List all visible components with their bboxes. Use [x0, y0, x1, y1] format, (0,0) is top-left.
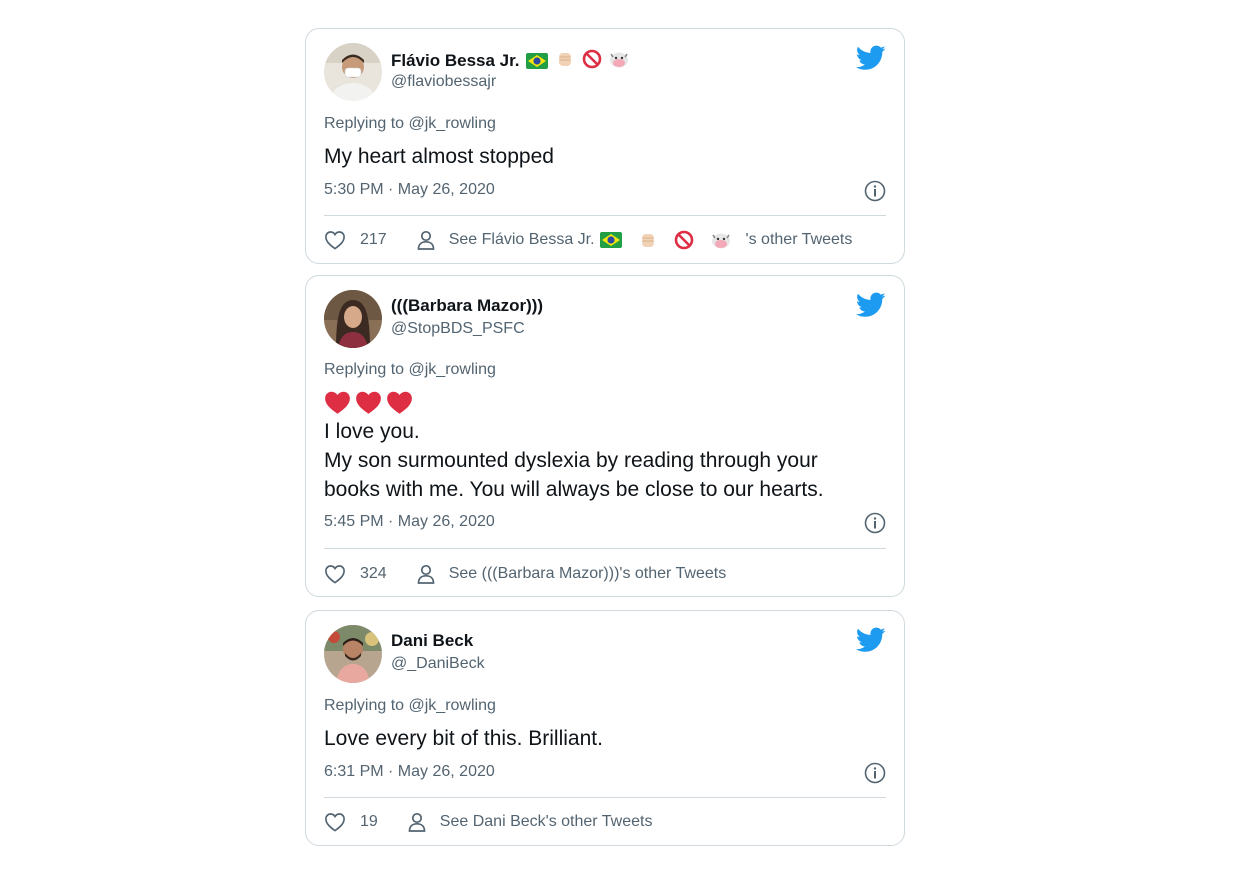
red-heart-icon [325, 391, 350, 414]
replying-to[interactable]: Replying to @jk_rowling [324, 697, 496, 715]
like-button[interactable]: 19 [324, 812, 378, 832]
display-name[interactable]: Dani Beck [391, 631, 473, 651]
divider [324, 548, 886, 549]
like-count: 19 [360, 813, 378, 830]
person-icon [417, 564, 435, 584]
brazil-flag-icon [526, 53, 549, 69]
red-heart-icon [387, 391, 412, 414]
replying-to[interactable]: Replying to @jk_rowling [324, 361, 496, 379]
display-name[interactable]: (((Barbara Mazor))) [391, 296, 543, 316]
like-count: 324 [360, 565, 387, 582]
tweet-card[interactable]: Flávio Bessa Jr. @flaviobessajr Replying… [305, 28, 905, 264]
tweet-text-line: My son surmounted dyslexia by reading th… [324, 449, 818, 472]
like-button[interactable]: 324 [324, 564, 387, 584]
like-count: 217 [360, 231, 387, 248]
replying-to[interactable]: Replying to @jk_rowling [324, 115, 496, 133]
timestamp[interactable]: 6:31 PM · May 26, 2020 [324, 763, 495, 781]
info-icon[interactable] [864, 762, 886, 784]
display-name[interactable]: Flávio Bessa Jr. [391, 49, 630, 71]
person-icon [417, 230, 435, 250]
timestamp[interactable]: 5:45 PM · May 26, 2020 [324, 513, 495, 531]
like-button[interactable]: 217 [324, 230, 387, 250]
brazil-flag-icon [599, 232, 622, 248]
info-icon[interactable] [864, 180, 886, 202]
cow-face-icon [711, 233, 730, 249]
handle[interactable]: @StopBDS_PSFC [391, 320, 525, 338]
tweet-text: My heart almost stopped [324, 142, 554, 171]
twitter-bird-icon[interactable] [856, 292, 886, 318]
info-icon[interactable] [864, 512, 886, 534]
heart-emoji-row [324, 387, 824, 417]
heart-outline-icon [325, 813, 345, 832]
see-other-tweets-link[interactable]: See Flávio Bessa Jr. 's other Tweets [417, 230, 853, 250]
see-other-tweets-label: See Dani Beck's other Tweets [439, 813, 653, 830]
handle[interactable]: @_DaniBeck [391, 655, 485, 673]
twitter-bird-icon[interactable] [856, 45, 886, 71]
cow-face-icon [610, 52, 629, 68]
heart-outline-icon [325, 565, 345, 584]
display-name-text: Flávio Bessa Jr. [391, 51, 520, 70]
tweet-text-line: Love every bit of this. Brilliant. [324, 727, 603, 750]
see-other-tweets-link[interactable]: See Dani Beck's other Tweets [408, 812, 653, 832]
tweet-text-line: I love you. [324, 420, 420, 443]
heart-outline-icon [325, 231, 345, 250]
avatar[interactable] [324, 625, 382, 683]
divider [324, 797, 886, 798]
avatar[interactable] [324, 43, 382, 101]
timestamp[interactable]: 5:30 PM · May 26, 2020 [324, 181, 495, 199]
raised-fist-icon [559, 53, 571, 66]
twitter-bird-icon[interactable] [856, 627, 886, 653]
handle[interactable]: @flaviobessajr [391, 73, 496, 91]
red-heart-icon [356, 391, 381, 414]
avatar[interactable] [324, 290, 382, 348]
see-other-tweets-link[interactable]: See (((Barbara Mazor)))'s other Tweets [417, 564, 727, 584]
prohibited-icon [582, 49, 602, 69]
tweet-text: I love you. My son surmounted dyslexia b… [324, 387, 824, 504]
prohibited-icon [674, 230, 693, 250]
raised-fist-icon [641, 234, 654, 247]
see-other-tweets-label: See (((Barbara Mazor)))'s other Tweets [448, 565, 727, 582]
tweet-actions: 217 See Flávio Bessa Jr. 's other Tweets [324, 227, 886, 253]
tweet-actions: 324 See (((Barbara Mazor)))'s other Twee… [324, 561, 886, 587]
person-icon [408, 812, 426, 832]
tweet-text: Love every bit of this. Brilliant. [324, 724, 603, 753]
tweet-actions: 19 See Dani Beck's other Tweets [324, 809, 886, 835]
tweet-text-line: My heart almost stopped [324, 145, 554, 168]
tweet-card[interactable]: Dani Beck @_DaniBeck Replying to @jk_row… [305, 610, 905, 846]
tweet-card[interactable]: (((Barbara Mazor))) @StopBDS_PSFC Replyi… [305, 275, 905, 597]
see-other-tweets-suffix: 's other Tweets [745, 231, 853, 248]
see-other-tweets-prefix: See Flávio Bessa Jr. [448, 231, 595, 248]
tweet-text-line: books with me. You will always be close … [324, 478, 824, 501]
divider [324, 215, 886, 216]
